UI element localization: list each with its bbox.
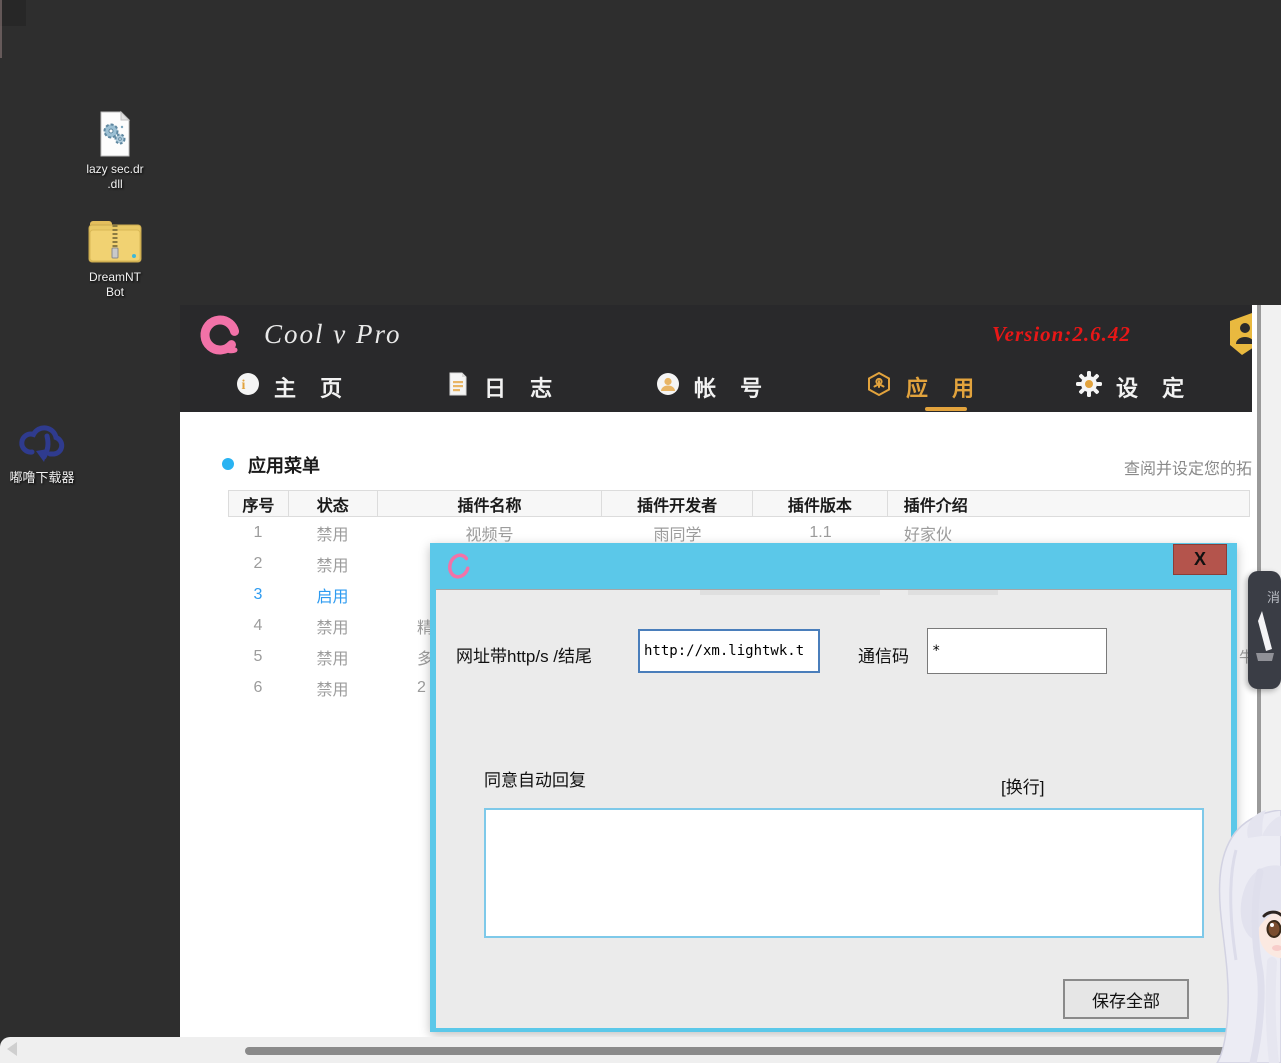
message-side-panel[interactable]: 消 — [1248, 571, 1281, 689]
tab-label: 设 定 — [1116, 371, 1193, 403]
table-cell: 6 — [228, 672, 288, 703]
tab-apps[interactable]: 应 用 — [866, 367, 983, 407]
tab-home[interactable]: i 主 页 — [236, 367, 351, 407]
dialog-logo-icon — [446, 552, 472, 585]
desktop-icon-label: Bot — [75, 285, 155, 300]
dll-file-icon — [75, 110, 155, 158]
desktop-icon-label: .dll — [75, 177, 155, 192]
svg-text:i: i — [242, 378, 255, 393]
table-cell: 禁用 — [288, 672, 377, 703]
desktop-corner-shadow — [0, 0, 26, 26]
desktop-icon-label: lazy sec.dr — [75, 162, 155, 177]
scrollbar-thumb[interactable] — [245, 1047, 1281, 1055]
user-icon — [656, 372, 680, 402]
tab-label: 主 页 — [274, 371, 351, 403]
auto-reply-textarea[interactable] — [484, 808, 1204, 938]
column-header: 状态 — [289, 491, 378, 516]
app-title: Cool v Pro — [264, 319, 402, 350]
screen-edge-line — [0, 0, 2, 58]
active-tab-underline — [925, 407, 967, 411]
section-title: 应用菜单 — [248, 452, 320, 478]
column-header: 插件版本 — [753, 491, 888, 516]
table-cell: 禁用 — [288, 517, 377, 548]
horizontal-scrollbar[interactable] — [0, 1037, 1281, 1063]
table-cell: 2 — [228, 548, 288, 579]
plugin-table-header: 序号状态插件名称插件开发者插件版本插件介绍 — [228, 490, 1250, 517]
column-header: 插件介绍 — [888, 491, 1249, 516]
column-header: 插件名称 — [378, 491, 603, 516]
section-bullet-icon — [222, 458, 234, 470]
tab-label: 日 志 — [484, 371, 561, 403]
code-label: 通信码 — [858, 642, 909, 667]
scroll-left-arrow-icon[interactable] — [7, 1042, 17, 1056]
table-cell: 3 — [228, 579, 288, 610]
desktop-icon-downloader[interactable]: 嘟噜下载器 — [0, 420, 84, 485]
table-cell: 5 — [228, 641, 288, 672]
zip-folder-icon — [75, 216, 155, 266]
version-label: Version:2.6.42 — [992, 322, 1131, 347]
desktop-icon-label: DreamNT — [75, 270, 155, 285]
side-panel-figure-icon — [1248, 609, 1281, 669]
plugin-settings-dialog: X 网址带http/s /结尾 通信码 同意自动回复 [换行] 保存全部 — [430, 543, 1237, 1032]
table-cell: 启用 — [288, 579, 377, 610]
auto-reply-label: 同意自动回复 — [484, 766, 586, 791]
table-cell: 禁用 — [288, 641, 377, 672]
document-icon — [446, 372, 470, 402]
code-input[interactable] — [927, 628, 1107, 674]
table-cell: 禁用 — [288, 548, 377, 579]
tab-label: 帐 号 — [694, 371, 771, 403]
side-panel-label: 消 — [1267, 587, 1280, 606]
newline-hint-label: [换行] — [1001, 773, 1044, 798]
app-header: Cool v Pro Version:2.6.42 i 主 页 日 志 帐 号 … — [180, 305, 1252, 412]
table-cell: 禁用 — [288, 610, 377, 641]
gear-icon — [1076, 371, 1102, 403]
desktop-icon-dreamnt-bot[interactable]: DreamNT Bot — [75, 216, 155, 300]
cloud-download-icon — [0, 420, 84, 466]
dialog-body: 网址带http/s /结尾 通信码 同意自动回复 [换行] 保存全部 — [436, 589, 1231, 1028]
url-input[interactable] — [638, 629, 820, 673]
app-logo-icon — [198, 313, 242, 362]
dialog-close-button[interactable]: X — [1173, 544, 1227, 575]
info-icon: i — [236, 372, 260, 402]
column-header: 序号 — [229, 491, 289, 516]
cube-icon — [866, 371, 892, 403]
tab-label: 应 用 — [906, 371, 983, 403]
tab-settings[interactable]: 设 定 — [1076, 367, 1193, 407]
desktop-icon-label: 嘟噜下载器 — [0, 470, 84, 485]
table-cell: 4 — [228, 610, 288, 641]
column-header: 插件开发者 — [602, 491, 753, 516]
desktop-icon-dll[interactable]: lazy sec.dr .dll — [75, 110, 155, 192]
url-label: 网址带http/s /结尾 — [456, 642, 592, 667]
tab-logs[interactable]: 日 志 — [446, 367, 561, 407]
section-hint: 查阅并设定您的拓 — [1124, 455, 1252, 479]
tab-account[interactable]: 帐 号 — [656, 367, 771, 407]
table-cell: 1 — [228, 517, 288, 548]
desktop-mascot-character[interactable] — [1190, 810, 1281, 1063]
save-all-button[interactable]: 保存全部 — [1063, 979, 1189, 1019]
gold-badge-icon — [1228, 313, 1252, 360]
